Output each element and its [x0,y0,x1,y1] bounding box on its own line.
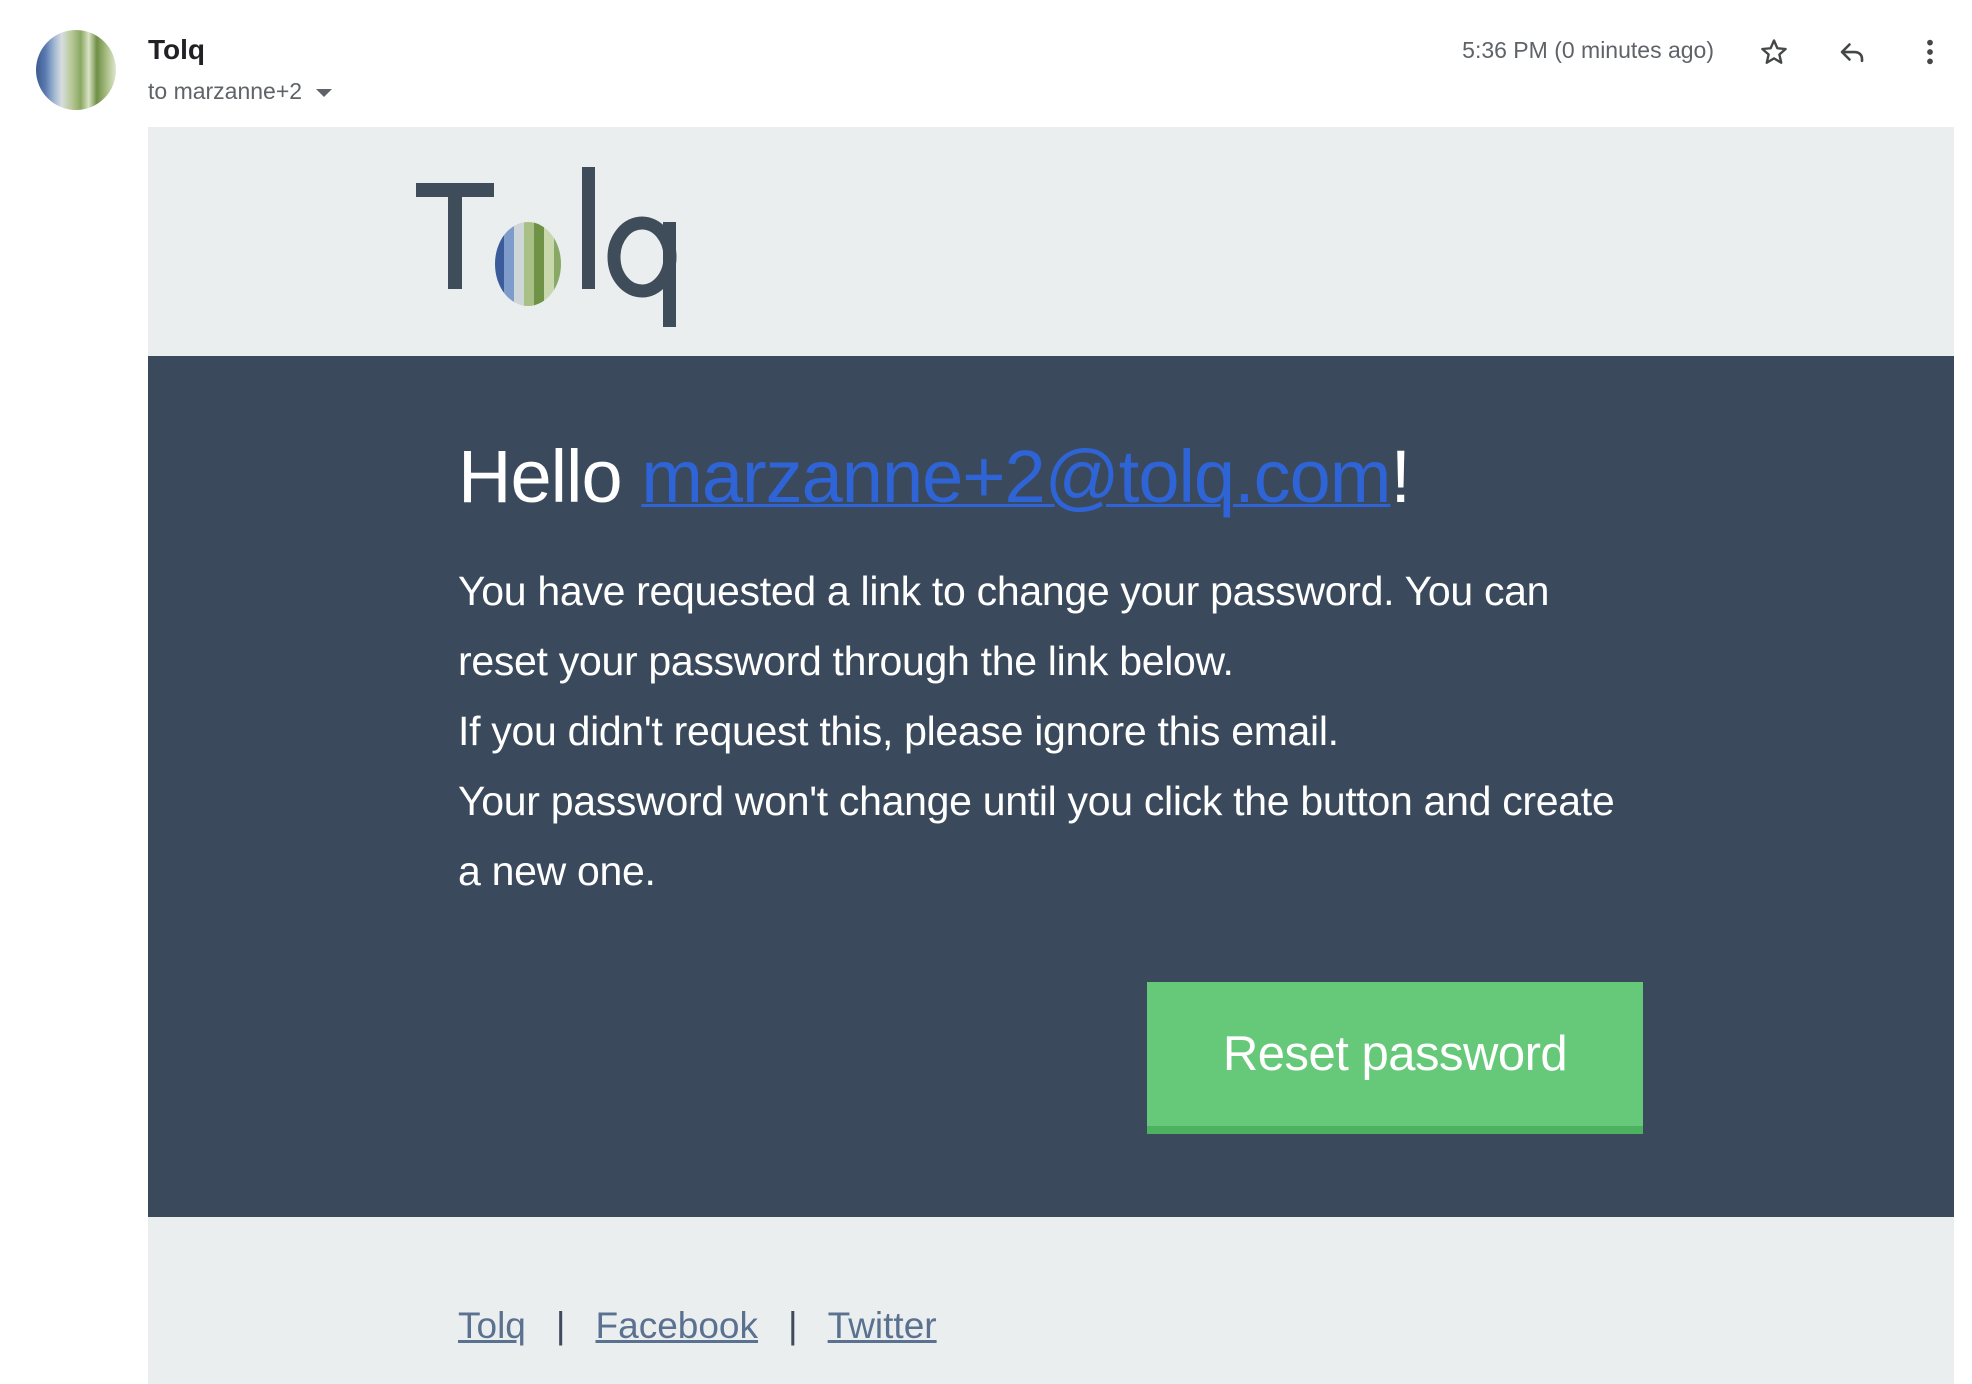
message-paragraph-2: If you didn't request this, please ignor… [458,708,1339,754]
footer-link-twitter[interactable]: Twitter [828,1305,937,1347]
greeting-suffix: ! [1390,435,1411,518]
tolq-logo [416,167,677,327]
recipient-line: to marzanne+2 [148,78,333,105]
more-vert-icon [1927,39,1933,65]
sender-name: Tolq [148,34,206,65]
message-paragraph-3: Your password won't change until you cli… [458,778,1615,894]
star-icon [1761,39,1787,64]
reply-icon [1840,43,1864,63]
message-panel: Hello marzanne+2@tolq.com! You have requ… [148,356,1954,1217]
sender-avatar[interactable] [36,30,116,110]
reply-button[interactable] [1830,30,1874,74]
timestamp: 5:36 PM (0 minutes ago) [1462,37,1714,63]
footer-separator: | [788,1305,798,1346]
footer-link-facebook[interactable]: Facebook [596,1305,759,1347]
more-options-button[interactable] [1908,30,1952,74]
email-body: Hello marzanne+2@tolq.com! You have requ… [148,127,1954,1384]
recipient-label: to marzanne+2 [148,78,303,104]
greeting-prefix: Hello [458,435,642,518]
footer: Tolq | Facebook | Twitter [148,1217,1954,1384]
footer-separator: | [555,1305,566,1346]
reset-password-button[interactable]: Reset password [1147,982,1643,1134]
footer-links: Tolq | Facebook | Twitter [458,1305,937,1347]
footer-link-tolq[interactable]: Tolq [458,1305,526,1347]
greeting-heading: Hello marzanne+2@tolq.com! [458,434,1411,519]
logo-band [148,127,1954,356]
star-button[interactable] [1752,30,1796,74]
message-paragraph-1: You have requested a link to change your… [458,568,1550,684]
recipient-email-link[interactable]: marzanne+2@tolq.com [641,435,1391,518]
chevron-down-icon[interactable] [316,88,333,97]
